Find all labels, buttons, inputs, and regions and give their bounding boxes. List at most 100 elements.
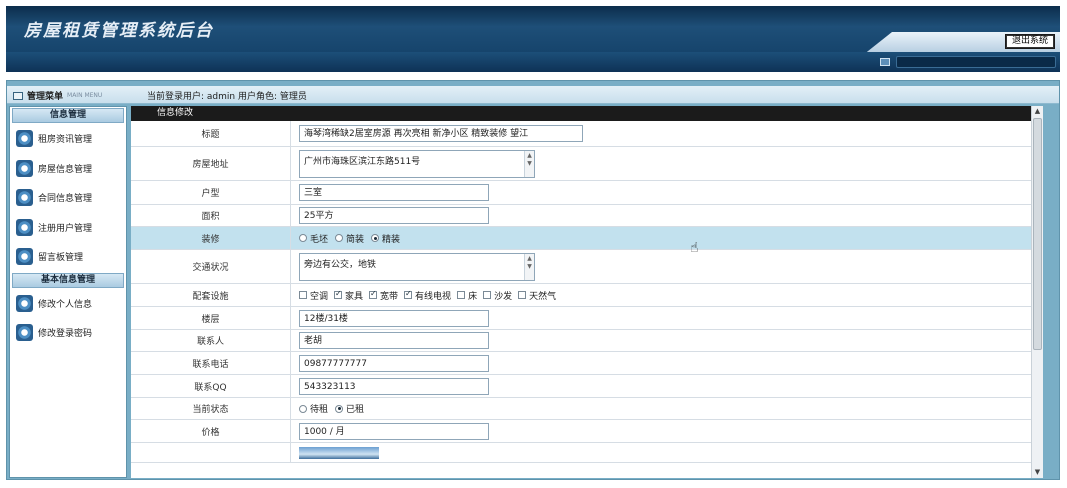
menu-subtitle: MAIN MENU [67, 92, 103, 99]
decoration-label: 装修 [131, 227, 291, 249]
address-value: 广州市海珠区滨江东路511号 [304, 156, 421, 167]
facility-checkbox-broadband[interactable]: 宽带 [369, 289, 398, 302]
radio-circle-selected [335, 404, 344, 413]
checkbox [518, 291, 527, 299]
form-row-contact: 联系人 老胡 [131, 330, 1043, 352]
textarea-scrollbar[interactable]: ▲ ▼ [524, 253, 534, 280]
menu-bar: 管理菜单 MAIN MENU 当前登录用户: admin 用户角色: 管理员 [7, 86, 1059, 104]
sidebar-item-label: 修改登录密码 [38, 329, 93, 340]
floor-label: 楼层 [131, 307, 291, 329]
header-bar [896, 56, 1056, 68]
content-panel: 信息修改 标题 海琴湾稀缺2居室房源 再次亮相 新净小区 精致装修 望江 房屋地… [131, 106, 1043, 478]
form-row-layout: 户型 三室 [131, 181, 1043, 205]
form-row-title: 标题 海琴湾稀缺2居室房源 再次亮相 新净小区 精致装修 望江 [131, 121, 1043, 147]
radio-circle-selected [371, 234, 380, 242]
vertical-scrollbar[interactable]: ▲ ▼ [1031, 106, 1043, 478]
form-row-image [131, 443, 1043, 463]
facility-checkbox-furniture[interactable]: 家具 [334, 289, 363, 302]
logout-button[interactable]: 退出系统 [1004, 34, 1056, 49]
checkbox [483, 291, 492, 299]
edit-form: 标题 海琴湾稀缺2居室房源 再次亮相 新净小区 精致装修 望江 房屋地址 广州市… [131, 121, 1043, 463]
sidebar-item-label: 修改个人信息 [38, 299, 93, 310]
traffic-value: 旁边有公交，地铁 [304, 259, 377, 270]
sidebar-item-label: 租房资讯管理 [38, 135, 93, 146]
sidebar: 信息管理 租房资讯管理 房屋信息管理 合同信息管理 注册用户管理 留言板管理 基… [9, 106, 127, 478]
decor-radio-fine[interactable]: 精装 [371, 232, 400, 245]
sidebar-section-basic: 基本信息管理 [12, 272, 124, 288]
facility-checkbox-gas[interactable]: 天然气 [518, 289, 556, 302]
checkbox [299, 291, 307, 299]
header-band [6, 52, 1060, 72]
sidebar-item-password[interactable]: 修改登录密码 [10, 318, 126, 348]
sidebar-item-messages[interactable]: 留言板管理 [10, 242, 126, 272]
contact-label: 联系人 [131, 330, 291, 351]
facility-checkbox-sofa[interactable]: 沙发 [483, 289, 512, 302]
radio-circle [299, 404, 307, 413]
price-input[interactable]: 1000 / 月 [299, 422, 489, 440]
gear-icon [16, 218, 33, 236]
sidebar-item-contract[interactable]: 合同信息管理 [10, 183, 126, 213]
menu-title: 管理菜单 MAIN MENU [13, 89, 102, 102]
sidebar-item-rent-news[interactable]: 租房资讯管理 [10, 124, 126, 154]
facility-checkbox-cable-tv[interactable]: 有线电视 [404, 289, 451, 302]
area-label: 面积 [131, 205, 291, 226]
price-label: 价格 [131, 420, 291, 442]
sidebar-item-label: 注册用户管理 [38, 223, 93, 234]
gear-icon [16, 324, 33, 342]
image-label [131, 443, 291, 462]
facility-checkbox-ac[interactable]: 空调 [299, 289, 328, 302]
contact-input[interactable]: 老胡 [299, 332, 489, 349]
radio-circle [335, 234, 344, 242]
facility-checkbox-bed[interactable]: 床 [457, 289, 477, 302]
form-row-floor: 楼层 12楼/31楼 [131, 307, 1043, 330]
main-frame: 管理菜单 MAIN MENU 当前登录用户: admin 用户角色: 管理员 信… [6, 80, 1060, 480]
state-radio-available[interactable]: 待租 [299, 402, 328, 415]
scrollbar-thumb[interactable] [1033, 118, 1042, 350]
sidebar-item-house-info[interactable]: 房屋信息管理 [10, 154, 126, 184]
floor-input[interactable]: 12楼/31楼 [299, 309, 489, 327]
facilities-label: 配套设施 [131, 284, 291, 306]
house-photo-thumbnail[interactable] [299, 446, 379, 459]
layout-input[interactable]: 三室 [299, 184, 489, 201]
area-input[interactable]: 25平方 [299, 207, 489, 224]
form-row-area: 面积 25平方 [131, 205, 1043, 227]
phone-label: 联系电话 [131, 352, 291, 374]
traffic-label: 交通状况 [131, 250, 291, 283]
checkbox-checked [334, 289, 343, 299]
form-row-phone: 联系电话 09877777777 [131, 352, 1043, 375]
gear-icon [16, 130, 33, 148]
address-label: 房屋地址 [131, 147, 291, 180]
state-radio-rented[interactable]: 已租 [335, 402, 364, 415]
panel-header: 信息修改 [131, 106, 1043, 121]
traffic-textarea[interactable]: 旁边有公交，地铁 ▲ ▼ [299, 252, 535, 281]
gear-icon [16, 189, 33, 207]
address-textarea[interactable]: 广州市海珠区滨江东路511号 ▲ ▼ [299, 149, 535, 178]
user-status: 当前登录用户: admin 用户角色: 管理员 [147, 92, 307, 102]
app-window: 房屋租赁管理系统后台 退出系统 管理菜单 MAIN MENU 当前登录用户: a… [0, 0, 1067, 488]
gear-icon [16, 248, 33, 266]
scroll-down-arrow-icon[interactable]: ▼ [1032, 467, 1043, 478]
layout-label: 户型 [131, 181, 291, 204]
sidebar-item-profile[interactable]: 修改个人信息 [10, 289, 126, 319]
form-row-qq: 联系QQ 543323113 [131, 375, 1043, 398]
monitor-icon [880, 58, 890, 66]
textarea-scrollbar[interactable]: ▲ ▼ [524, 150, 534, 177]
sidebar-item-label: 房屋信息管理 [38, 164, 93, 175]
hand-cursor-icon: ☝ [690, 240, 699, 256]
sidebar-item-users[interactable]: 注册用户管理 [10, 213, 126, 243]
qq-input[interactable]: 543323113 [299, 377, 489, 395]
form-row-decoration: 装修 毛坯 简装 精装 [131, 227, 1043, 250]
scroll-up-arrow-icon[interactable]: ▲ [1032, 106, 1043, 117]
decor-radio-simple[interactable]: 简装 [335, 232, 364, 245]
sidebar-item-label: 合同信息管理 [38, 194, 93, 205]
menu-icon [13, 91, 23, 100]
menu-title-label: 管理菜单 [27, 92, 64, 102]
form-row-facilities: 配套设施 空调 家具 宽带 有线电视 床 沙发 天然气 [131, 284, 1043, 307]
form-row-price: 价格 1000 / 月 [131, 420, 1043, 443]
gear-icon [16, 159, 33, 177]
gear-icon [16, 294, 33, 312]
title-input[interactable]: 海琴湾稀缺2居室房源 再次亮相 新净小区 精致装修 望江 [299, 125, 583, 142]
header: 房屋租赁管理系统后台 退出系统 [6, 6, 1060, 52]
decor-radio-rough[interactable]: 毛坯 [299, 232, 328, 245]
phone-input[interactable]: 09877777777 [299, 354, 489, 372]
